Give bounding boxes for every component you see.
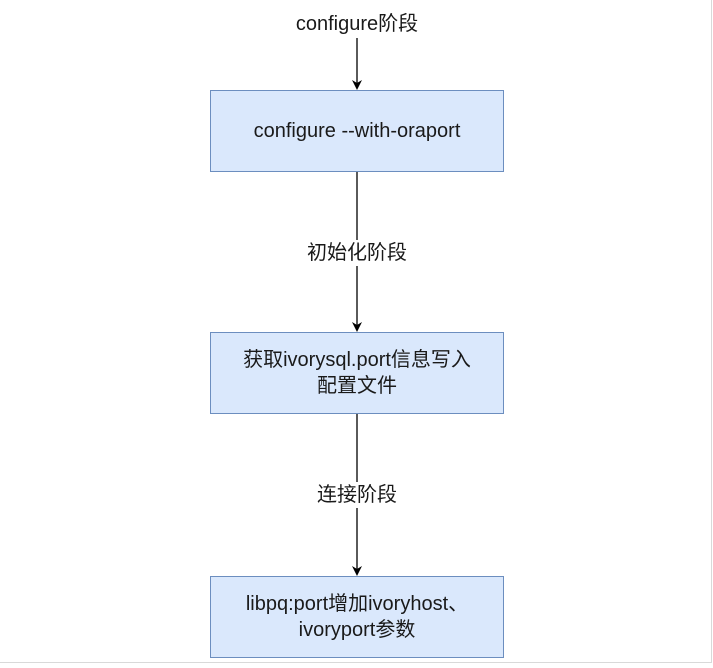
step-read-port-write-config: 获取ivorysql.port信息写入 配置文件 (210, 332, 504, 414)
step-libpq-port-params: libpq:port增加ivoryhost、 ivoryport参数 (210, 576, 504, 658)
step-configure-with-oraport: configure --with-oraport (210, 90, 504, 172)
stage-configure-label: configure阶段 (293, 12, 421, 36)
stage-init-label: 初始化阶段 (305, 241, 409, 265)
stage-connect-label: 连接阶段 (315, 483, 399, 507)
